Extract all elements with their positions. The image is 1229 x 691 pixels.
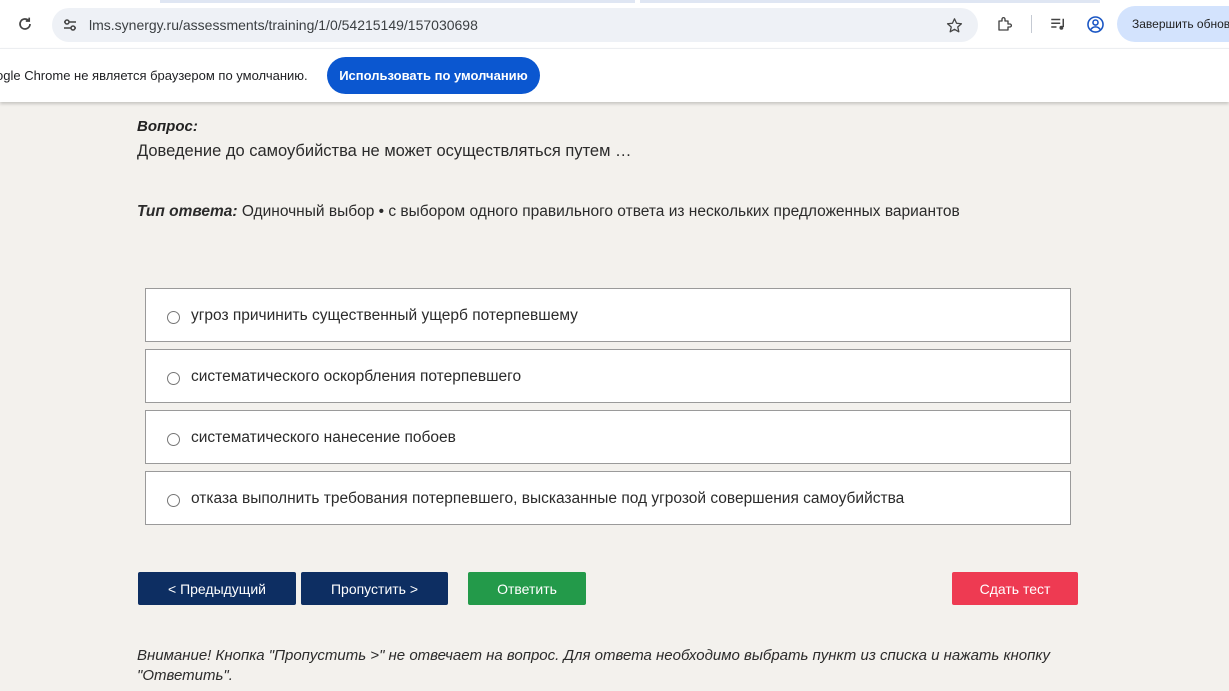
answer-option[interactable]: угроз причинить существенный ущерб потер… (145, 288, 1071, 342)
reload-icon[interactable] (14, 13, 36, 35)
radio-button[interactable] (167, 311, 180, 324)
warning-note: Внимание! Кнопка "Пропустить >" не отвеч… (137, 647, 1050, 684)
site-settings-icon[interactable] (60, 15, 80, 35)
star-icon[interactable] (944, 15, 964, 35)
radio-button[interactable] (167, 433, 180, 446)
radio-button[interactable] (167, 494, 180, 507)
answer-type-value: Одиночный выбор • с выбором одного прави… (237, 203, 960, 220)
media-queue-icon[interactable] (1047, 13, 1069, 35)
answer-type: Тип ответа: Одиночный выбор • с выбором … (137, 203, 960, 221)
tab-strip-edge (640, 0, 1100, 3)
answer-option-text: отказа выполнить требования потерпевшего… (191, 490, 905, 507)
tab-strip-edge (160, 0, 635, 3)
toolbar-divider (1031, 15, 1032, 33)
browser-toolbar: lms.synergy.ru/assessments/training/1/0/… (0, 0, 1229, 48)
profile-icon[interactable] (1084, 13, 1106, 35)
puzzle-icon[interactable] (994, 13, 1016, 35)
previous-button[interactable]: < Предыдущий (138, 572, 296, 605)
question-label: Вопрос: (137, 118, 198, 135)
url-text[interactable]: lms.synergy.ru/assessments/training/1/0/… (89, 17, 478, 33)
answer-option[interactable]: систематического нанесение побоев (145, 410, 1071, 464)
answer-option-text: систематического нанесение побоев (191, 429, 456, 446)
answer-type-label: Тип ответа: (137, 203, 238, 220)
answer-button[interactable]: Ответить (468, 572, 586, 605)
skip-button[interactable]: Пропустить > (301, 572, 448, 605)
submit-test-button[interactable]: Сдать тест (952, 572, 1078, 605)
radio-button[interactable] (167, 372, 180, 385)
address-bar[interactable]: lms.synergy.ru/assessments/training/1/0/… (52, 8, 978, 42)
answer-option[interactable]: отказа выполнить требования потерпевшего… (145, 471, 1071, 525)
infobar-message: ogle Chrome не является браузером по умо… (0, 68, 308, 83)
default-browser-infobar: ogle Chrome не является браузером по умо… (0, 48, 1229, 102)
question-text: Доведение до самоубийства не может осуще… (137, 142, 632, 160)
update-chrome-button[interactable]: Завершить обнов (1117, 6, 1229, 42)
answer-option[interactable]: систематического оскорбления потерпевшег… (145, 349, 1071, 403)
answer-option-text: систематического оскорбления потерпевшег… (191, 368, 522, 385)
set-default-button[interactable]: Использовать по умолчанию (327, 57, 540, 94)
answer-option-text: угроз причинить существенный ущерб потер… (191, 307, 578, 324)
